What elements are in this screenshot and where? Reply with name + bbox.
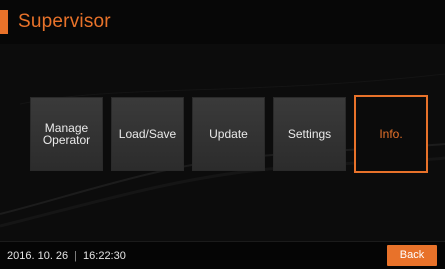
footer-bar: 2016. 10. 26 | 16:22:30 Back xyxy=(0,241,445,269)
update-button[interactable]: Update xyxy=(192,97,265,171)
info-label: Info. xyxy=(379,127,403,141)
supervisor-menu: Manage Operator Load/Save Update Setting… xyxy=(30,95,428,173)
update-label: Update xyxy=(209,127,248,141)
load-save-label: Load/Save xyxy=(118,127,177,141)
header-bar: Supervisor xyxy=(0,0,445,44)
manage-operator-label: Manage Operator xyxy=(42,121,91,147)
page-title: Supervisor xyxy=(18,11,111,32)
back-button[interactable]: Back xyxy=(387,245,437,266)
datetime-display: 2016. 10. 26 | 16:22:30 xyxy=(7,250,126,262)
manage-operator-button[interactable]: Manage Operator xyxy=(30,97,103,171)
load-save-button[interactable]: Load/Save xyxy=(111,97,184,171)
settings-label: Settings xyxy=(287,127,332,141)
header-accent-bar xyxy=(0,10,8,34)
info-button[interactable]: Info. xyxy=(354,95,428,173)
time-text: 16:22:30 xyxy=(83,250,126,262)
date-text: 2016. 10. 26 xyxy=(7,250,69,262)
settings-button[interactable]: Settings xyxy=(273,97,346,171)
supervisor-screen: Supervisor Manage Operator Load/Save Upd… xyxy=(0,0,445,269)
datetime-separator: | xyxy=(74,250,78,262)
